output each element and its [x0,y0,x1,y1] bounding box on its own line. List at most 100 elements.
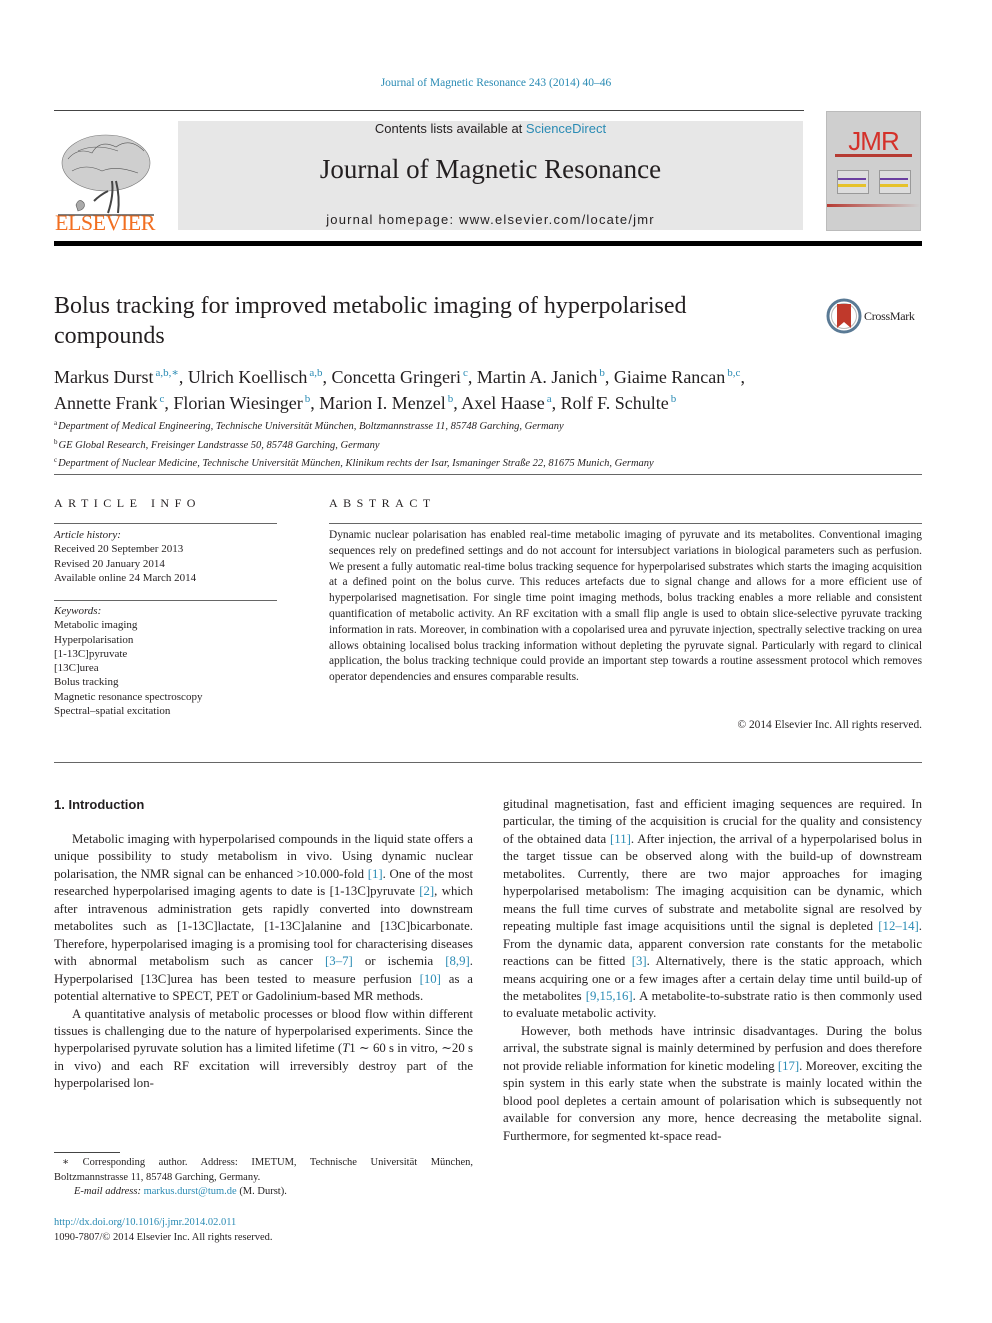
section-heading-introduction: 1. Introduction [54,797,145,812]
author-name: Martin A. Janich [476,367,598,387]
cover-red-band [835,154,912,157]
author-name: Florian Wiesinger [173,393,303,413]
affiliation: bGE Global Research, Freisinger Landstra… [54,435,924,454]
cover-figure-right [879,170,911,194]
citation-link[interactable]: [1] [368,867,383,881]
body-column-left: Metabolic imaging with hyperpolarised co… [54,831,473,1093]
keywords-label: Keywords: [54,605,102,617]
abstract-text: Dynamic nuclear polarisation has enabled… [329,529,922,684]
revised-date: Revised 20 January 2014 [54,557,165,570]
keywords: Keywords: Metabolic imaging Hyperpolaris… [54,604,284,718]
received-date: Received 20 September 2013 [54,543,184,556]
article-info-heading: ARTICLE INFO [54,496,201,510]
author-affiliation-marker[interactable]: b [599,367,605,379]
author-affiliation-marker[interactable]: b [448,393,454,405]
abstract-heading: ABSTRACT [329,496,436,510]
email-line: E-mail address: markus.durst@tum.de (M. … [54,1185,473,1200]
affiliation: aDepartment of Medical Engineering, Tech… [54,416,924,435]
italic-symbol: T [342,1041,350,1056]
author-name: Marion I. Menzel [319,393,446,413]
citation-link[interactable]: [3–7] [325,954,353,968]
affiliation-key: a [54,419,58,427]
abstract-copyright: © 2014 Elsevier Inc. All rights reserved… [737,719,922,731]
keyword: [1-13C]pyruvate [54,647,128,660]
affiliations: aDepartment of Medical Engineering, Tech… [54,416,924,472]
corresponding-author-note: ∗ Corresponding author. Address: IMETUM,… [54,1157,473,1183]
contents-prefix: Contents lists available at [374,121,526,136]
affiliation: cDepartment of Nuclear Medicine, Technis… [54,453,924,472]
body-paragraph: A quantitative analysis of metabolic pro… [54,1006,473,1091]
email-label: E-mail address: [74,1186,144,1198]
author-name: Annette Frank [54,393,158,413]
article-history: Article history: Received 20 September 2… [54,528,284,585]
author-affiliation-marker[interactable]: b,c [727,367,740,379]
divider [54,474,922,475]
journal-homepage-link[interactable]: journal homepage: www.elsevier.com/locat… [178,212,803,227]
elsevier-wordmark: ELSEVIER [55,210,155,235]
affiliation-text: Department of Medical Engineering, Techn… [58,421,564,432]
keyword: Magnetic resonance spectroscopy [54,690,203,703]
citation-link[interactable]: [17] [778,1059,799,1073]
author-affiliation-marker[interactable]: c [159,393,164,405]
author-list: Markus Durst a,b,∗, Ulrich Koellisch a,b, … [54,367,745,413]
author-affiliation-marker[interactable]: a,b [309,367,322,379]
journal-reference-link[interactable]: Journal of Magnetic Resonance 243 (2014)… [0,77,992,89]
issn-copyright: 1090-7807/© 2014 Elsevier Inc. All right… [54,1231,273,1243]
keyword: Bolus tracking [54,676,119,689]
keyword: Hyperpolarisation [54,633,134,646]
citation-link[interactable]: [3] [632,954,647,968]
affiliation-key: b [54,437,58,446]
citation-link[interactable]: [11] [610,832,631,846]
author-affiliation-marker[interactable]: a [547,393,552,405]
author-affiliation-marker[interactable]: b [305,393,311,405]
author-name: Axel Haase [461,393,545,413]
keyword: Metabolic imaging [54,619,138,632]
body-paragraph: However, both methods have intrinsic dis… [503,1023,923,1143]
author-affiliation-marker[interactable]: c [463,367,468,379]
author-affiliation-marker[interactable]: a,b,∗ [156,367,179,379]
email-link[interactable]: markus.durst@tum.de [144,1186,237,1197]
affiliation-text: GE Global Research, Freisinger Landstras… [58,439,380,451]
author-name: Ulrich Koellisch [187,367,308,387]
article-title: Bolus tracking for improved metabolic im… [54,293,687,349]
cover-yellow-line [838,184,866,187]
header-top-rule [54,110,804,111]
citation-link[interactable]: [2] [419,884,434,898]
journal-cover-thumbnail[interactable]: JMR [826,111,921,231]
citation-link[interactable]: [9,15,16] [586,989,633,1003]
footnote-rule [54,1152,120,1153]
divider [54,600,277,601]
crossmark-label[interactable]: CrossMark [864,309,915,324]
affiliation-key: c [54,456,58,464]
cover-figure-left [837,170,869,194]
doi-block: http://dx.doi.org/10.1016/j.jmr.2014.02.… [54,1216,273,1245]
doi-link[interactable]: http://dx.doi.org/10.1016/j.jmr.2014.02.… [54,1216,273,1231]
author-name: Concetta Gringeri [331,367,461,387]
available-online-date: Available online 24 March 2014 [54,571,197,584]
keyword: [13C]urea [54,662,99,675]
citation-link[interactable]: [12–14] [878,919,919,933]
author-affiliation-marker[interactable]: b [671,393,677,405]
citation-link[interactable]: [8,9] [445,954,470,968]
body-paragraph: Metabolic imaging with hyperpolarised co… [54,832,473,1004]
footnotes: ∗ Corresponding author. Address: IMETUM,… [54,1156,473,1200]
body-paragraph: gitudinal magnetisation, fast and effici… [503,797,923,1021]
divider [329,523,922,524]
sciencedirect-link[interactable]: ScienceDirect [526,121,606,136]
cover-title: JMR [848,126,899,156]
keyword: Spectral–spatial excitation [54,705,171,718]
citation-link[interactable]: [10] [420,972,441,986]
author-name: Giaime Rancan [613,367,726,387]
cover-gradient-band [827,204,920,207]
cover-yellow-line [880,184,908,187]
author-name: Markus Durst [54,367,154,387]
header-thick-rule [54,241,922,246]
body-column-right: gitudinal magnetisation, fast and effici… [503,796,922,1145]
email-suffix: (M. Durst). [236,1186,287,1198]
cover-purple-line [880,178,908,180]
author-name: Rolf F. Schulte [560,393,669,413]
tree-canopy [61,134,151,192]
journal-name: Journal of Magnetic Resonance [319,154,662,184]
divider [54,523,277,524]
divider [54,762,922,763]
